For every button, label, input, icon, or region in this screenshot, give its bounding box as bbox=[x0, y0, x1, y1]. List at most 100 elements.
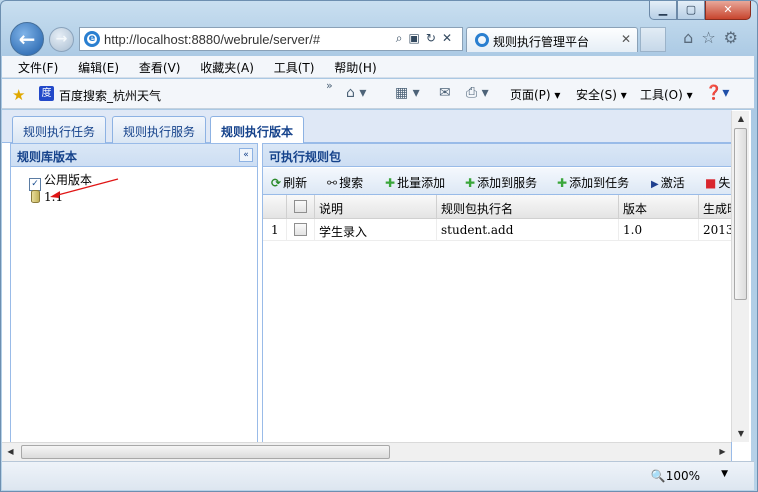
search-label: 搜索 bbox=[339, 176, 364, 190]
favorites-link[interactable]: 百度搜索_杭州天气 bbox=[59, 87, 161, 104]
tab-rule-exec-version[interactable]: 规则执行版本 bbox=[210, 116, 305, 144]
panel-title: 规则库版本 bbox=[17, 150, 78, 164]
menu-bar: 文件(F) 编辑(E) 查看(V) 收藏夹(A) 工具(T) 帮助(H) bbox=[2, 56, 754, 78]
chevron-more-icon[interactable]: » bbox=[326, 79, 333, 92]
activate-label: 激活 bbox=[660, 176, 685, 190]
rss-icon[interactable]: ▦ ▾ bbox=[395, 85, 420, 101]
page-menu-label: 页面(P) bbox=[510, 88, 551, 102]
status-bar: 🔍100% ▼ bbox=[2, 461, 754, 490]
executable-packages-panel: 可执行规则包 ⟳ 刷新 ⚯ 搜索 ✚ 批量添加 ✚ 添加到服务 ✚ 添加到任务 ▶ 激活 ■… bbox=[262, 143, 732, 461]
scroll-right-icon[interactable]: ▶ bbox=[714, 444, 731, 460]
tab-rule-exec-service[interactable]: 规则执行服务 bbox=[112, 116, 207, 143]
refresh-icon[interactable]: ↻ bbox=[426, 31, 442, 45]
baidu-paw-icon: 度 bbox=[39, 86, 54, 101]
packages-toolbar: ⟳ 刷新 ⚯ 搜索 ✚ 批量添加 ✚ 添加到服务 ✚ 添加到任务 ▶ 激活 ■ 失 bbox=[263, 168, 731, 195]
rule-version-panel-header: 规则库版本 « bbox=[11, 144, 257, 167]
deactivate-button[interactable]: ■ 失 bbox=[705, 174, 730, 191]
browser-right-icons: ⌂☆⚙ bbox=[683, 28, 746, 47]
tab-title: 规则执行管理平台 bbox=[493, 35, 590, 49]
add-to-service-label: 添加到服务 bbox=[477, 176, 538, 190]
refresh-icon: ⟳ bbox=[271, 176, 282, 190]
browser-tab[interactable]: 规则执行管理平台 ✕ bbox=[466, 27, 638, 52]
back-icon: ← bbox=[18, 27, 36, 51]
zoom-level[interactable]: 🔍100% bbox=[651, 469, 700, 483]
col-description[interactable]: 说明 bbox=[315, 195, 437, 219]
plus-icon: ✚ bbox=[465, 176, 476, 190]
add-to-task-button[interactable]: ✚ 添加到任务 bbox=[557, 174, 629, 191]
page-vertical-scrollbar[interactable]: ▲ ▼ bbox=[731, 111, 749, 442]
col-version[interactable]: 版本 bbox=[619, 195, 699, 219]
minimize-button[interactable]: ▁ bbox=[649, 1, 677, 20]
address-bar[interactable]: e http://localhost:8880/webrule/server/#… bbox=[79, 27, 463, 51]
page-horizontal-scrollbar[interactable]: ◀ ▶ bbox=[2, 442, 731, 461]
zoom-dropdown-icon[interactable]: ▼ bbox=[721, 469, 728, 479]
tab-rule-exec-task[interactable]: 规则执行任务 bbox=[12, 116, 107, 143]
favorites-star-icon[interactable]: ☆ bbox=[701, 28, 723, 47]
close-window-button[interactable]: ✕ bbox=[705, 1, 751, 20]
home-icon[interactable]: ⌂ ▾ bbox=[346, 85, 366, 101]
scroll-down-icon[interactable]: ▼ bbox=[732, 426, 750, 442]
scroll-left-icon[interactable]: ◀ bbox=[2, 444, 19, 460]
grid-header: 说明 规则包执行名 版本 生成时 bbox=[263, 195, 731, 219]
deactivate-label: 失 bbox=[718, 176, 731, 190]
zoom-value: 100% bbox=[665, 469, 700, 483]
safety-menu[interactable]: 安全(S) ▾ bbox=[576, 86, 627, 103]
help-icon[interactable]: ❓▾ bbox=[705, 85, 729, 101]
row-checkbox-cell bbox=[287, 219, 315, 241]
select-all-checkbox[interactable] bbox=[294, 200, 307, 213]
app-tab-strip: 规则执行任务 规则执行服务 规则执行版本 bbox=[2, 110, 732, 144]
address-tools: ⌕▣↻✕ bbox=[396, 31, 458, 46]
panel-title: 可执行规则包 bbox=[269, 150, 342, 164]
batch-add-button[interactable]: ✚ 批量添加 bbox=[385, 174, 445, 191]
page-menu[interactable]: 页面(P) ▾ bbox=[510, 86, 560, 103]
close-tab-icon[interactable]: ✕ bbox=[621, 32, 631, 46]
play-icon: ▶ bbox=[651, 179, 659, 190]
add-to-service-button[interactable]: ✚ 添加到服务 bbox=[465, 174, 537, 191]
print-icon[interactable]: ⎙ ▾ bbox=[466, 85, 489, 101]
scroll-up-icon[interactable]: ▲ bbox=[732, 111, 750, 127]
cell-generated-time: 2013- bbox=[703, 223, 731, 237]
compat-icon[interactable]: ▣ bbox=[409, 31, 426, 45]
back-button[interactable]: ← bbox=[10, 22, 44, 56]
activate-button[interactable]: ▶ 激活 bbox=[651, 174, 685, 191]
mail-icon[interactable]: ✉ bbox=[439, 85, 451, 101]
favorites-star-icon[interactable]: ★ bbox=[12, 86, 25, 104]
maximize-button[interactable]: ▢ bbox=[677, 1, 705, 20]
cell-version: 1.0 bbox=[619, 219, 699, 241]
binoculars-icon: ⚯ bbox=[327, 176, 338, 190]
address-url[interactable]: http://localhost:8880/webrule/server/# bbox=[104, 32, 320, 47]
tools-menu[interactable]: 工具(O) ▾ bbox=[640, 86, 693, 103]
menu-edit[interactable]: 编辑(E) bbox=[78, 56, 119, 76]
menu-tools[interactable]: 工具(T) bbox=[274, 56, 315, 76]
add-to-task-label: 添加到任务 bbox=[569, 176, 630, 190]
forward-button[interactable]: → bbox=[49, 27, 74, 52]
menu-file[interactable]: 文件(F) bbox=[18, 56, 58, 76]
select-all-checkbox-cell bbox=[287, 195, 315, 219]
web-page: 规则执行任务 规则执行服务 规则执行版本 规则库版本 « ✓公用版本 1.1 可… bbox=[2, 110, 751, 461]
menu-view[interactable]: 查看(V) bbox=[139, 56, 181, 76]
home-icon[interactable]: ⌂ bbox=[683, 28, 701, 47]
tools-menu-label: 工具(O) bbox=[640, 88, 683, 102]
ie-logo-icon: e bbox=[84, 31, 100, 47]
menu-help[interactable]: 帮助(H) bbox=[334, 56, 376, 76]
new-tab-button[interactable] bbox=[640, 27, 666, 52]
stop-square-icon: ■ bbox=[705, 176, 717, 190]
page-vscroll-thumb[interactable] bbox=[734, 128, 747, 300]
refresh-button[interactable]: ⟳ 刷新 bbox=[271, 174, 307, 191]
search-icon[interactable]: ⌕ bbox=[396, 31, 409, 45]
collapse-left-icon[interactable]: « bbox=[239, 148, 253, 162]
page-hscroll-thumb[interactable] bbox=[21, 445, 390, 459]
annotation-arrow-head bbox=[50, 191, 60, 198]
search-button[interactable]: ⚯ 搜索 bbox=[327, 174, 363, 191]
forward-icon: → bbox=[55, 31, 68, 47]
table-row[interactable]: 1 学生录入 student.add 1.0 2013- bbox=[263, 219, 731, 241]
tab-ie-icon bbox=[475, 33, 489, 47]
menu-favorites[interactable]: 收藏夹(A) bbox=[200, 56, 254, 76]
database-icon bbox=[31, 190, 40, 203]
col-generated-time[interactable]: 生成时 bbox=[699, 195, 731, 219]
col-package-name[interactable]: 规则包执行名 bbox=[437, 195, 619, 219]
settings-gear-icon[interactable]: ⚙ bbox=[724, 28, 746, 47]
favorites-bar: ★ 度 百度搜索_杭州天气 » ⌂ ▾ ▦ ▾ ✉ ⎙ ▾ 页面(P) ▾ 安全… bbox=[2, 79, 754, 109]
row-checkbox[interactable] bbox=[294, 223, 307, 236]
stop-icon[interactable]: ✕ bbox=[442, 31, 458, 45]
